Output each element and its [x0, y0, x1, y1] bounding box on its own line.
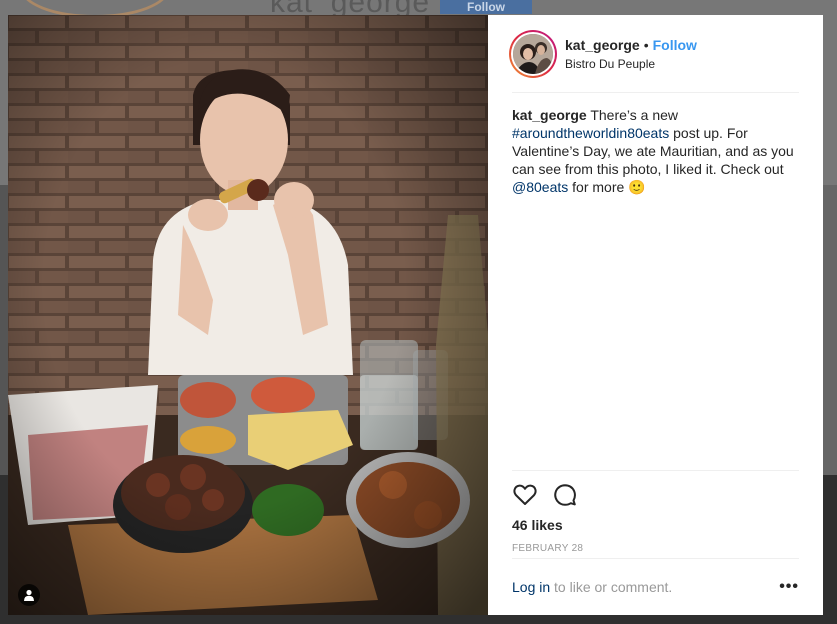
more-options-button[interactable]: •••	[779, 578, 799, 596]
mention-link[interactable]: @80eats	[512, 179, 568, 195]
heart-icon	[513, 484, 537, 505]
post-header: kat_george • Follow Bistro Du Peuple	[509, 15, 799, 93]
user-tag-button[interactable]	[18, 584, 40, 606]
photo-illustration	[8, 15, 488, 615]
like-button[interactable]	[512, 482, 538, 508]
post-sidebar: kat_george • Follow Bistro Du Peuple kat_g…	[488, 15, 823, 615]
avatar-image	[513, 33, 553, 74]
caption-text: for more 🙂	[568, 179, 646, 195]
post-modal: kat_george • Follow Bistro Du Peuple kat_g…	[8, 15, 823, 615]
hashtag-link[interactable]: #aroundtheworldin80eats	[512, 125, 669, 141]
post-username[interactable]: kat_george	[565, 37, 640, 53]
background-follow-button: Follow	[440, 0, 532, 14]
follow-button[interactable]: Follow	[653, 37, 697, 53]
login-bar: Log in to like or comment. •••	[512, 558, 799, 615]
likes-count[interactable]: 46 likes	[512, 516, 799, 534]
comment-button[interactable]	[552, 482, 578, 508]
comment-icon	[554, 484, 576, 506]
caption: kat_george There’s a new #aroundtheworld…	[512, 93, 799, 470]
caption-username[interactable]: kat_george	[512, 107, 587, 123]
person-icon	[24, 589, 34, 601]
header-separator: •	[643, 36, 649, 53]
location-link[interactable]: Bistro Du Peuple	[565, 56, 697, 72]
login-prompt-text: to like or comment.	[550, 579, 673, 595]
background-strip-right	[823, 185, 837, 475]
post-date[interactable]: FEBRUARY 28	[512, 542, 799, 556]
caption-text: There’s a new	[586, 107, 679, 123]
login-link[interactable]: Log in	[512, 579, 550, 595]
post-photo[interactable]	[8, 15, 488, 615]
avatar[interactable]	[509, 29, 557, 78]
post-actions: 46 likes FEBRUARY 28	[512, 470, 799, 558]
